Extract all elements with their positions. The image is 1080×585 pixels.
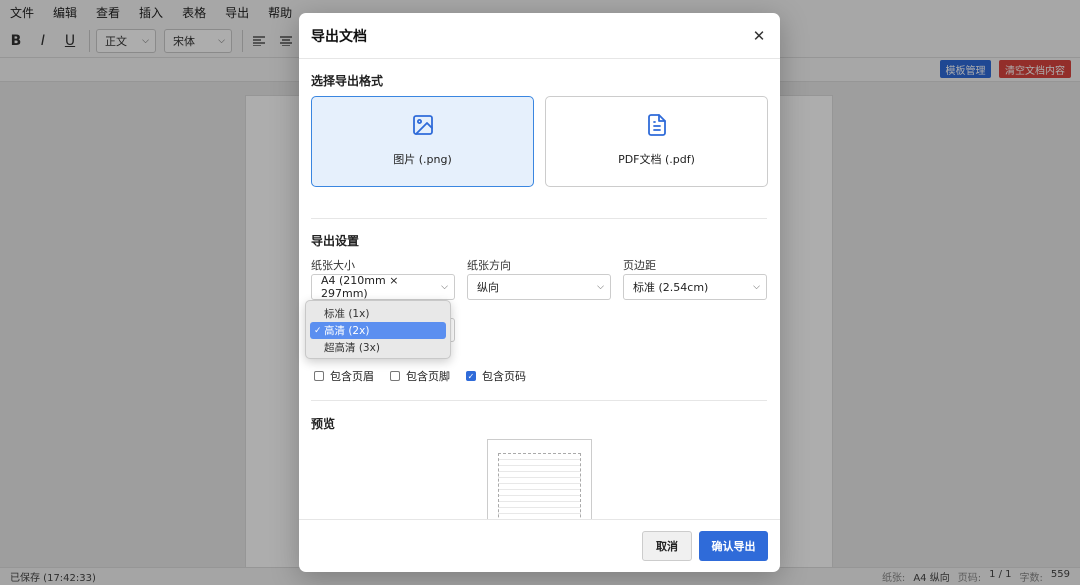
section-divider [311,400,767,401]
checkbox-box[interactable] [314,371,324,381]
orientation-value: 纵向 [477,281,499,294]
margin-select[interactable]: 标准 (2.54cm) ⌵ [623,274,767,300]
quality-option-label: 标准 (1x) [324,308,370,320]
quality-option-2x[interactable]: ✓ 高清 (2x) [310,322,446,339]
margin-value: 标准 (2.54cm) [633,281,709,294]
section-divider [311,218,767,219]
preview-thumbnail [487,439,592,519]
quality-option-label: 高清 (2x) [324,325,370,337]
chevron-down-icon: ⌵ [753,282,760,292]
document-icon [647,114,666,136]
chevron-down-icon: ⌵ [597,282,604,292]
options-row: 包含页眉 包含页脚 ✓ 包含页码 [314,368,542,384]
preview-section-title: 预览 [311,417,336,431]
include-page-number-label: 包含页码 [482,370,526,383]
quality-option-1x[interactable]: 标准 (1x) [310,305,446,322]
cancel-button[interactable]: 取消 [642,531,692,561]
include-page-number-checkbox[interactable]: ✓ 包含页码 [466,368,526,384]
include-footer-checkbox[interactable]: 包含页脚 [390,368,450,384]
dialog-title: 导出文档 [311,28,367,45]
checkmark-icon: ✓ [314,325,322,336]
paper-size-select[interactable]: A4 (210mm × 297mm) ⌵ [311,274,455,300]
quality-option-label: 超高清 (3x) [324,342,380,354]
include-header-label: 包含页眉 [330,370,374,383]
image-icon [412,115,433,135]
settings-section-title: 导出设置 [311,234,360,248]
quality-dropdown: 标准 (1x) ✓ 高清 (2x) 超高清 (3x) [305,300,451,359]
format-card-png[interactable]: 图片 (.png) [311,96,534,187]
confirm-export-button[interactable]: 确认导出 [699,531,768,561]
format-section-title: 选择导出格式 [311,74,384,88]
export-dialog: 导出文档 ✕ 选择导出格式 图片 (.png) PDF文档 (.pdf) 导出设… [299,13,780,572]
paper-size-value: A4 (210mm × 297mm) [321,274,399,300]
format-card-pdf[interactable]: PDF文档 (.pdf) [545,96,768,187]
orientation-label: 纸张方向 [467,259,511,272]
orientation-select[interactable]: 纵向 ⌵ [467,274,611,300]
include-header-checkbox[interactable]: 包含页眉 [314,368,374,384]
format-label-png: 图片 (.png) [393,153,452,166]
margin-label: 页边距 [623,259,656,272]
chevron-down-icon: ⌵ [441,282,448,292]
dialog-body: 选择导出格式 图片 (.png) PDF文档 (.pdf) 导出设置 纸张大小 … [299,59,780,519]
checkbox-box[interactable] [390,371,400,381]
close-icon[interactable]: ✕ [750,27,768,45]
quality-option-3x[interactable]: 超高清 (3x) [310,339,446,356]
checkmark-icon[interactable]: ✓ [466,371,476,381]
dialog-footer: 取消 确认导出 [299,519,780,572]
include-footer-label: 包含页脚 [406,370,450,383]
paper-size-label: 纸张大小 [311,259,355,272]
preview-content-area [498,453,581,519]
dialog-header: 导出文档 ✕ [299,13,780,59]
format-label-pdf: PDF文档 (.pdf) [618,153,695,166]
